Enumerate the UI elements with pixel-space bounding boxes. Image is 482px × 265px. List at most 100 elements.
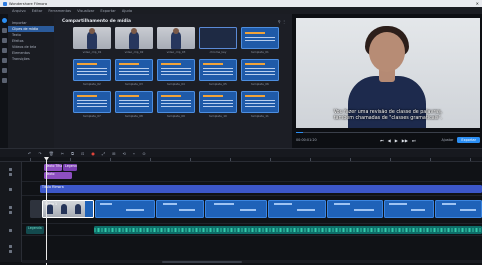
track-header-video <box>0 196 22 224</box>
crop-icon[interactable]: ⊡ <box>81 151 84 156</box>
video-thumbnail <box>157 27 195 49</box>
media-item[interactable]: template_02 <box>73 59 111 86</box>
media-item[interactable]: template_11 <box>241 91 279 118</box>
video-clip[interactable] <box>205 200 267 218</box>
cut-icon[interactable]: ✂ <box>61 151 64 156</box>
video-clip-selected[interactable]: Vídeo 1 <box>42 200 94 218</box>
media-item[interactable]: template_05 <box>199 59 237 86</box>
timeline-toolbar: ↶ ↷ 🗑 ✂ ⧉ ⊡ ● ⤢ ⊞ ⟲ ⌁ ⊙ <box>0 148 482 157</box>
redo-icon[interactable]: ↷ <box>38 151 41 156</box>
category-transitions[interactable]: Transições <box>8 56 54 62</box>
effects-icon[interactable] <box>1 48 7 53</box>
eye-icon[interactable] <box>9 173 12 176</box>
menu-view[interactable]: Visualizar <box>77 9 94 13</box>
elements-icon[interactable] <box>1 68 7 73</box>
delete-icon[interactable]: 🗑 <box>49 151 54 156</box>
zoom-select[interactable]: Ajustar <box>441 138 453 142</box>
fit-icon[interactable]: ⤢ <box>102 151 105 156</box>
media-item[interactable]: video_clip_03 <box>157 27 195 54</box>
media-item[interactable]: chroma_key <box>199 27 237 54</box>
library-grid: video_clip_01 video_clip_02 video_clip_0… <box>73 27 288 118</box>
mute-icon[interactable] <box>9 250 12 253</box>
lock-icon[interactable] <box>9 206 12 209</box>
video-clip[interactable] <box>384 200 434 218</box>
title-track: Texto Título Legenda Texto <box>22 162 482 182</box>
media-item[interactable]: template_08 <box>115 91 153 118</box>
template-thumbnail <box>157 59 195 81</box>
library-title: Compartilhamento de mídia <box>62 19 131 24</box>
media-icon[interactable] <box>1 18 7 23</box>
eye-icon[interactable] <box>9 211 12 214</box>
media-item[interactable]: template_01 <box>241 27 279 54</box>
close-window-icon[interactable]: ✕ <box>476 1 479 6</box>
lock-icon[interactable] <box>9 187 12 191</box>
grid-icon[interactable]: ⊞ <box>112 151 115 156</box>
audio-wave-icon[interactable]: ⌁ <box>133 151 135 156</box>
media-item[interactable]: template_03 <box>115 59 153 86</box>
skip-forward-icon[interactable]: ⏭ <box>412 138 416 143</box>
templates-icon[interactable] <box>1 78 7 83</box>
library-actions[interactable]: ⚲ ⋮ <box>278 19 286 24</box>
timeline-playhead[interactable] <box>46 157 47 265</box>
preview-progress-bar[interactable] <box>296 132 480 133</box>
track-header-audio <box>0 236 22 262</box>
template-thumbnail <box>115 91 153 113</box>
subtitle-line-2: também chamadas de "classes gramaticais"… <box>333 116 443 121</box>
export-button[interactable]: Exportar <box>457 137 480 143</box>
window-title: Wondershare Filmora <box>9 1 48 6</box>
timeline-scrollbar[interactable] <box>22 260 482 263</box>
text-clip[interactable]: Título Filmora <box>40 185 482 193</box>
menu-help[interactable]: Ajuda <box>122 9 132 13</box>
rotate-icon[interactable]: ⟲ <box>122 151 125 156</box>
media-item[interactable]: template_10 <box>199 91 237 118</box>
menu-file[interactable]: Arquivo <box>12 9 26 13</box>
video-clip[interactable] <box>435 200 482 218</box>
text-icon[interactable] <box>1 38 7 43</box>
video-clip[interactable] <box>268 200 326 218</box>
duplicate-icon[interactable]: ⧉ <box>71 151 74 156</box>
template-thumbnail <box>241 27 279 49</box>
template-thumbnail <box>157 91 195 113</box>
template-thumbnail <box>73 59 111 81</box>
step-back-icon[interactable]: ◀ <box>388 138 391 143</box>
lock-icon[interactable] <box>9 245 12 248</box>
speaker-head <box>369 32 405 72</box>
record-icon[interactable]: ● <box>91 151 95 156</box>
menu-export[interactable]: Exportar <box>100 9 115 13</box>
media-item[interactable]: video_clip_02 <box>115 27 153 54</box>
current-time: 00:00:01:20 <box>296 138 317 142</box>
preview-video[interactable]: Vou fazer uma revisão de classe de palav… <box>296 18 480 128</box>
title-clip[interactable]: Texto <box>44 172 72 179</box>
menu-tools[interactable]: Ferramentas <box>48 9 71 13</box>
play-icon[interactable]: ▶ <box>395 138 398 143</box>
video-clip[interactable] <box>95 200 155 218</box>
video-clip[interactable] <box>156 200 204 218</box>
media-item[interactable]: template_06 <box>241 59 279 86</box>
audio-icon[interactable] <box>1 28 7 33</box>
menu-edit[interactable]: Editar <box>32 9 43 13</box>
skip-back-icon[interactable]: ⏮ <box>380 138 384 143</box>
template-thumbnail <box>241 91 279 113</box>
media-item[interactable]: template_09 <box>157 91 195 118</box>
lock-icon[interactable] <box>9 228 12 232</box>
media-item[interactable]: template_04 <box>157 59 195 86</box>
playback-controls: 00:00:01:20 ⏮ ◀ ▶ ▶▶ ⏭ Ajustar Exportar <box>296 136 480 144</box>
text-track: Título Filmora <box>22 182 482 196</box>
chroma-thumbnail <box>199 27 237 49</box>
undo-icon[interactable]: ↶ <box>28 151 31 156</box>
video-clip-lead[interactable] <box>30 200 42 218</box>
app-logo-icon <box>3 1 7 6</box>
media-item[interactable]: template_07 <box>73 91 111 118</box>
audio-clip[interactable] <box>94 226 482 234</box>
track-header-subtitles <box>0 224 22 236</box>
lock-icon[interactable] <box>9 168 12 171</box>
scrollbar-thumb[interactable] <box>162 260 242 263</box>
step-forward-icon[interactable]: ▶▶ <box>402 138 408 143</box>
video-clip[interactable] <box>327 200 383 218</box>
settings-icon[interactable]: ⊙ <box>142 151 145 156</box>
transitions-icon[interactable] <box>1 58 7 63</box>
media-item[interactable]: video_clip_01 <box>73 27 111 54</box>
subtitle-clip[interactable]: Legenda <box>26 226 44 234</box>
video-thumbnail <box>115 27 153 49</box>
title-clip[interactable]: Legenda <box>63 164 77 171</box>
